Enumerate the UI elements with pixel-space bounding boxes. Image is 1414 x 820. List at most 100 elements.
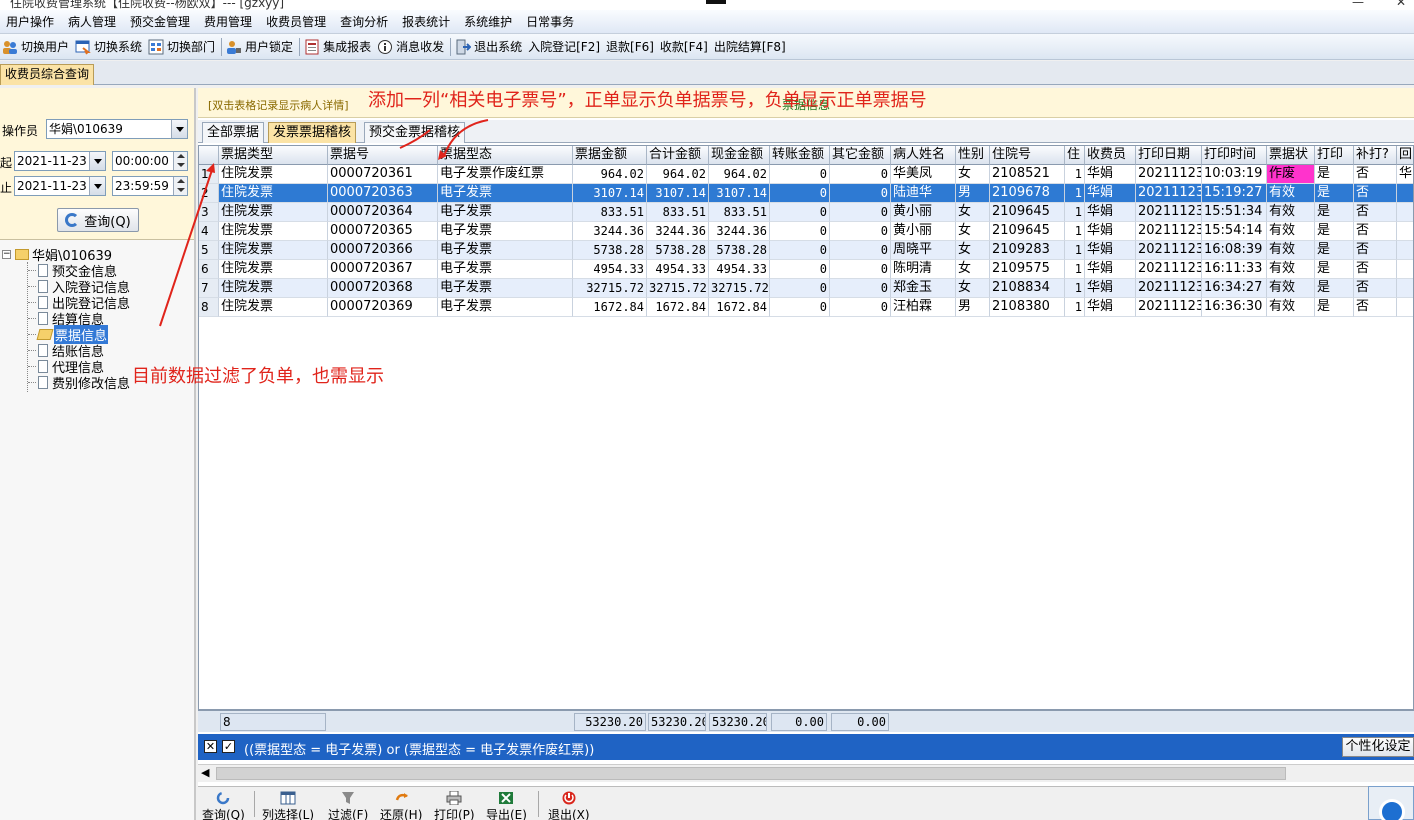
table-cell-other-amount[interactable]: 0 (830, 184, 891, 203)
table-cell-invoice-no[interactable]: 0000720361 (328, 165, 438, 184)
header-col-cash-amount[interactable]: 现金金额 (709, 146, 770, 165)
row-index[interactable]: 8 (199, 298, 219, 317)
table-cell-patient-name[interactable]: 陈明清 (891, 260, 956, 279)
header-col-total-amount[interactable]: 合计金额 (647, 146, 709, 165)
table-cell-print-time[interactable]: 15:51:34 (1202, 203, 1267, 222)
table-cell-invoice-status[interactable]: 有效 (1267, 260, 1315, 279)
table-cell-gender[interactable]: 女 (956, 279, 990, 298)
table-cell-back[interactable] (1397, 298, 1413, 317)
menu-cashier[interactable]: 收费员管理 (260, 13, 334, 30)
table-cell-other-amount[interactable]: 0 (830, 279, 891, 298)
header-col-print-date[interactable]: 打印日期 (1136, 146, 1202, 165)
table-cell-printed[interactable]: 是 (1315, 279, 1354, 298)
row-index[interactable]: 5 (199, 241, 219, 260)
close-icon[interactable]: ✕ (1396, 0, 1406, 9)
table-cell-printed[interactable]: 是 (1315, 241, 1354, 260)
export-button[interactable]: 导出(E) (486, 791, 527, 820)
table-cell-invoice-status[interactable]: 有效 (1267, 298, 1315, 317)
table-cell-reprinted[interactable]: 否 (1354, 298, 1397, 317)
scroll-thumb[interactable] (216, 767, 1286, 780)
table-cell-cashier[interactable]: 华娟 (1085, 260, 1136, 279)
header-col-patient-name[interactable]: 病人姓名 (891, 146, 956, 165)
table-cell-gender[interactable]: 女 (956, 260, 990, 279)
menu-report[interactable]: 报表统计 (396, 13, 458, 30)
clear-filter-checkbox[interactable]: ✕ (204, 740, 217, 753)
table-cell-inpatient-no[interactable]: 2109575 (990, 260, 1065, 279)
table-cell-cashier[interactable]: 华娟 (1085, 279, 1136, 298)
personalize-button[interactable]: 个性化设定 (1342, 737, 1414, 757)
table-cell-other-amount[interactable]: 0 (830, 222, 891, 241)
table-cell-back[interactable] (1397, 222, 1413, 241)
header-col-invoice-no[interactable]: 票据号 (328, 146, 438, 165)
table-cell-invoice-status[interactable]: 有效 (1267, 241, 1315, 260)
table-cell-reprinted[interactable]: 否 (1354, 260, 1397, 279)
table-cell-invoice-type[interactable]: 住院发票 (219, 279, 328, 298)
horizontal-scrollbar[interactable]: ◀ (198, 764, 1414, 782)
table-cell-reprinted[interactable]: 否 (1354, 222, 1397, 241)
table-cell-patient-name[interactable]: 黄小丽 (891, 203, 956, 222)
table-cell-inpatient-no[interactable]: 2109283 (990, 241, 1065, 260)
message-button[interactable]: 消息收发 (377, 38, 444, 55)
table-cell-invoice-status[interactable]: 有效 (1267, 279, 1315, 298)
table-cell-stay[interactable]: 1 (1065, 279, 1085, 298)
row-index[interactable]: 6 (199, 260, 219, 279)
refund-button[interactable]: 退款[F6] (606, 38, 654, 55)
table-cell-printed[interactable]: 是 (1315, 298, 1354, 317)
row-index[interactable]: 3 (199, 203, 219, 222)
table-cell-printed[interactable]: 是 (1315, 165, 1354, 184)
table-cell-back[interactable] (1397, 241, 1413, 260)
scroll-left-icon[interactable]: ◀ (201, 766, 209, 779)
table-cell-invoice-amount[interactable]: 3107.14 (573, 184, 647, 203)
tab-invoice-audit[interactable]: 发票票据稽核 (268, 122, 357, 143)
table-cell-invoice-type[interactable]: 住院发票 (219, 241, 328, 260)
table-cell-cash-amount[interactable]: 3244.36 (709, 222, 770, 241)
header-col-transfer-amount[interactable]: 转账金额 (770, 146, 830, 165)
table-cell-gender[interactable]: 男 (956, 184, 990, 203)
header-col-invoice-form[interactable]: 票据型态 (438, 146, 573, 165)
header-col-back[interactable]: 回 (1397, 146, 1413, 165)
integrated-report-button[interactable]: 集成报表 (304, 38, 371, 55)
start-date-picker[interactable]: 2021-11-23 (14, 151, 106, 171)
table-cell-print-date[interactable]: 20211123 (1136, 298, 1202, 317)
table-cell-print-time[interactable]: 16:08:39 (1202, 241, 1267, 260)
table-cell-printed[interactable]: 是 (1315, 222, 1354, 241)
table-cell-print-time[interactable]: 16:34:27 (1202, 279, 1267, 298)
table-row[interactable]: 4 住院发票 0000720365 电子发票 3244.36 3244.36 3244.36… (199, 222, 1413, 241)
print-button[interactable]: 打印(P) (434, 790, 475, 820)
table-cell-cash-amount[interactable]: 32715.72 (709, 279, 770, 298)
table-cell-invoice-amount[interactable]: 964.02 (573, 165, 647, 184)
table-cell-invoice-amount[interactable]: 5738.28 (573, 241, 647, 260)
query-tool-button[interactable]: 查询(Q) (202, 791, 245, 820)
table-cell-invoice-status[interactable]: 作废 (1267, 165, 1315, 184)
table-cell-reprinted[interactable]: 否 (1354, 203, 1397, 222)
table-cell-gender[interactable]: 女 (956, 241, 990, 260)
menu-user[interactable]: 用户操作 (0, 13, 62, 30)
table-cell-invoice-form[interactable]: 电子发票 (438, 241, 573, 260)
table-cell-stay[interactable]: 1 (1065, 260, 1085, 279)
column-select-button[interactable]: 列选择(L) (262, 791, 314, 820)
table-cell-cash-amount[interactable]: 4954.33 (709, 260, 770, 279)
table-cell-invoice-form[interactable]: 电子发票 (438, 184, 573, 203)
table-cell-invoice-status[interactable]: 有效 (1267, 203, 1315, 222)
enable-filter-checkbox[interactable]: ✓ (222, 740, 235, 753)
table-cell-print-date[interactable]: 20211123 (1136, 184, 1202, 203)
menu-daily[interactable]: 日常事务 (520, 13, 582, 30)
table-cell-transfer-amount[interactable]: 0 (770, 222, 830, 241)
table-cell-invoice-form[interactable]: 电子发票 (438, 222, 573, 241)
header-col-reprinted[interactable]: 补打? (1354, 146, 1397, 165)
table-cell-cashier[interactable]: 华娟 (1085, 298, 1136, 317)
table-cell-invoice-no[interactable]: 0000720366 (328, 241, 438, 260)
chevron-down-icon[interactable] (89, 152, 105, 170)
table-cell-transfer-amount[interactable]: 0 (770, 241, 830, 260)
table-cell-print-time[interactable]: 16:11:33 (1202, 260, 1267, 279)
table-cell-stay[interactable]: 1 (1065, 184, 1085, 203)
table-cell-invoice-form[interactable]: 电子发票 (438, 260, 573, 279)
table-cell-invoice-amount[interactable]: 32715.72 (573, 279, 647, 298)
table-row[interactable]: 8 住院发票 0000720369 电子发票 1672.84 1672.84 1672.84… (199, 298, 1413, 317)
table-cell-invoice-status[interactable]: 有效 (1267, 184, 1315, 203)
table-cell-print-time[interactable]: 16:36:30 (1202, 298, 1267, 317)
collapse-icon[interactable]: − (2, 249, 11, 259)
switch-system-button[interactable]: 切换系统 (75, 38, 142, 55)
table-cell-invoice-type[interactable]: 住院发票 (219, 260, 328, 279)
header-col-invoice-status[interactable]: 票据状 (1267, 146, 1315, 165)
